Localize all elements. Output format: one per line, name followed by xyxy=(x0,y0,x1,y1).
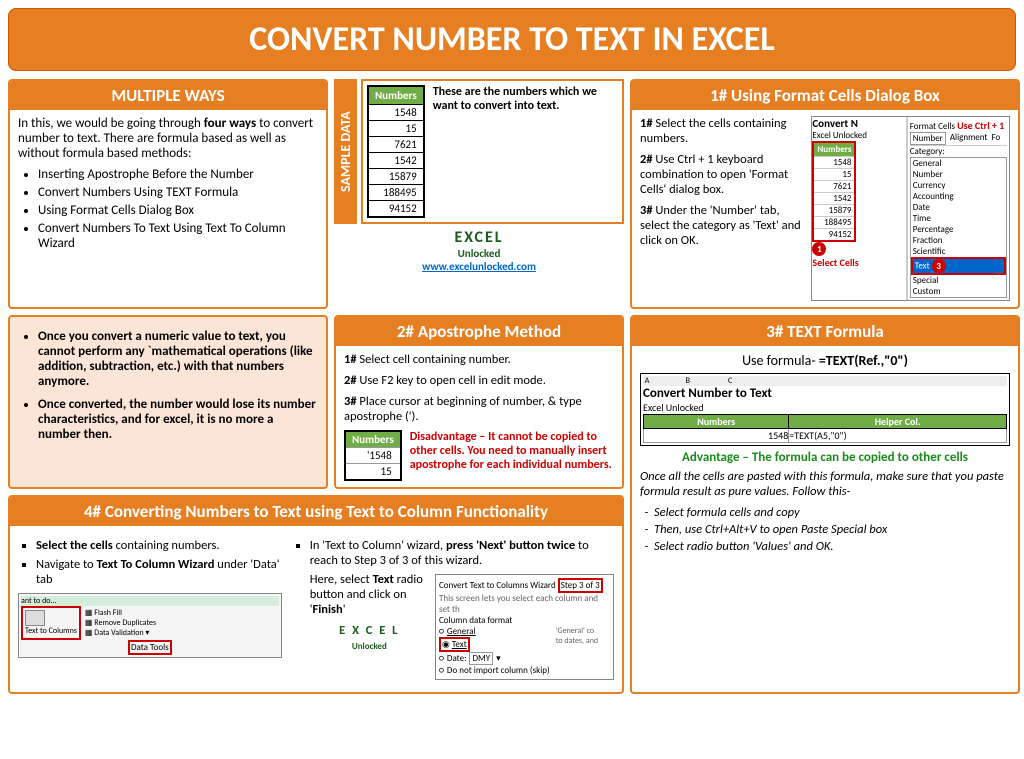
ribbon-screenshot: ant to do... Text to Columns ▦ Flash Fil… xyxy=(18,593,282,658)
note-item: Once converted, the number would lose it… xyxy=(38,397,318,442)
advantage-text: Advantage – The formula can be copied to… xyxy=(640,450,1010,465)
sample-caption: These are the numbers which we want to c… xyxy=(429,85,618,218)
apostrophe-table: Numbers '1548 15 xyxy=(344,430,402,481)
tf-steps: Select formula cells and copy Then, use … xyxy=(640,505,1010,554)
notes-box: Once you convert a numeric value to text… xyxy=(8,315,328,489)
formula-text: Use formula- =TEXT(Ref.,"0") xyxy=(640,352,1010,369)
multiple-ways-header: MULTIPLE WAYS xyxy=(10,81,326,110)
list-item: Inserting Apostrophe Before the Number xyxy=(38,167,318,182)
list-item: Using Format Cells Dialog Box xyxy=(38,203,318,218)
format-cells-box: 1# Using Format Cells Dialog Box 1# Sele… xyxy=(630,79,1020,309)
text-formula-screenshot: A B C Convert Number to Text Excel Unloc… xyxy=(640,373,1010,446)
intro-text: In this, we would be going through four … xyxy=(18,116,318,161)
tf-note: Once all the cells are pasted with this … xyxy=(640,469,1010,499)
sample-table: Numbers 1548 15 7621 1542 15879 188495 9… xyxy=(367,85,425,218)
format-cells-screenshot: Convert N Excel Unlocked Numbers 1548 15… xyxy=(811,116,1010,301)
disadvantage-text: Disadvantage – It cannot be copied to ot… xyxy=(410,430,614,472)
note-item: Once you convert a numeric value to text… xyxy=(38,329,318,389)
badge-1: 1 xyxy=(812,242,826,256)
list-item: Convert Numbers To Text Using Text To Co… xyxy=(38,221,318,251)
sample-label: SAMPLE DATA xyxy=(334,79,357,224)
format-cells-header: 1# Using Format Cells Dialog Box xyxy=(632,81,1018,110)
apostrophe-header: 2# Apostrophe Method xyxy=(336,317,622,346)
text-formula-header: 3# TEXT Formula xyxy=(632,317,1018,346)
list-item: Convert Numbers Using TEXT Formula xyxy=(38,185,318,200)
text-formula-box: 3# TEXT Formula Use formula- =TEXT(Ref.,… xyxy=(630,315,1020,694)
badge-3: 3 xyxy=(932,259,946,273)
methods-list: Inserting Apostrophe Before the Number C… xyxy=(18,167,318,251)
wizard-screenshot: Convert Text to Columns Wizard Step 3 of… xyxy=(435,574,614,680)
text-to-column-box: 4# Converting Numbers to Text using Text… xyxy=(8,495,624,694)
sample-data-box: SAMPLE DATA Numbers 1548 15 7621 1542 15… xyxy=(334,79,624,309)
logo: EXCEL Unlocked www.excelunlocked.com xyxy=(334,228,624,273)
text-to-column-header: 4# Converting Numbers to Text using Text… xyxy=(10,497,622,526)
multiple-ways-box: MULTIPLE WAYS In this, we would be going… xyxy=(8,79,328,309)
main-title: CONVERT NUMBER TO TEXT IN EXCEL xyxy=(8,8,1016,71)
apostrophe-box: 2# Apostrophe Method 1# Select cell cont… xyxy=(334,315,624,489)
